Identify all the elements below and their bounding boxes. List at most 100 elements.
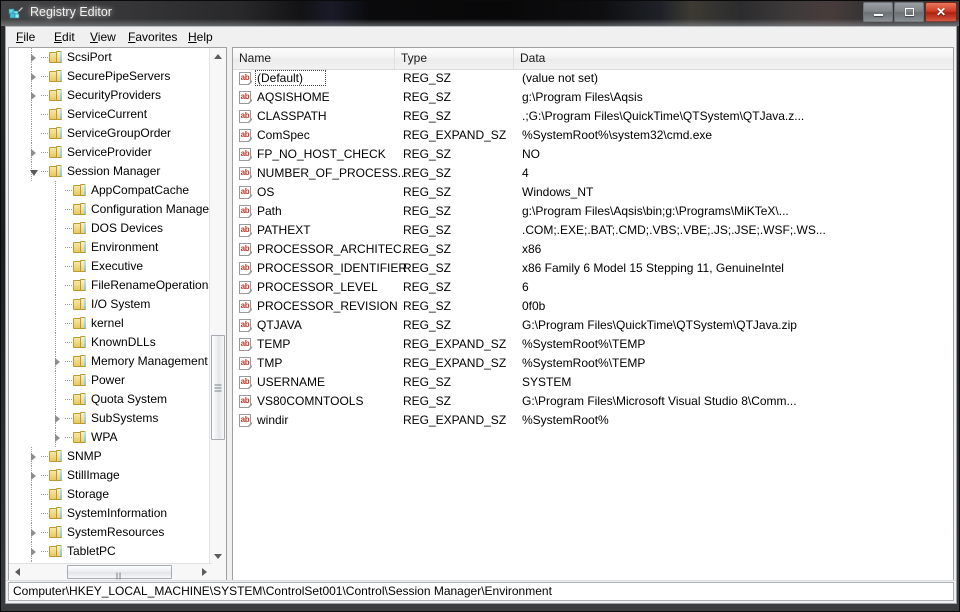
tree-item-scsiport[interactable]: ScsiPort <box>9 48 212 67</box>
tree-item-dos-devices[interactable]: DOS Devices <box>9 219 212 238</box>
string-value-icon: ab <box>239 414 253 428</box>
value-type: REG_SZ <box>403 375 452 389</box>
tree-item-filerenameoperations[interactable]: FileRenameOperations <box>9 276 212 295</box>
expand-arrow-icon[interactable] <box>55 358 60 366</box>
table-row[interactable]: ab AQSISHOME REG_SZ g:\Program Files\Aqsis <box>233 88 953 107</box>
tree-item-servicegrouporder[interactable]: ServiceGroupOrder <box>9 124 212 143</box>
title-bar[interactable]: Registry Editor ✕ <box>1 1 959 26</box>
column-header-name[interactable]: Name <box>233 48 395 69</box>
tree-item-power[interactable]: Power <box>9 371 212 390</box>
tree-horizontal-scrollbar-thumb[interactable] <box>67 565 172 580</box>
registry-tree-pane[interactable]: ScsiPort SecurePipeServers SecurityProvide… <box>8 47 227 581</box>
collapse-arrow-icon[interactable] <box>30 170 38 176</box>
tree-item-kernel[interactable]: kernel <box>9 314 212 333</box>
table-row[interactable]: ab PROCESSOR_LEVEL REG_SZ 6 <box>233 278 953 297</box>
table-row[interactable]: ab ComSpec REG_EXPAND_SZ %SystemRoot%\syste… <box>233 126 953 145</box>
folder-icon <box>49 51 63 64</box>
tree-item-systeminformation[interactable]: SystemInformation <box>9 504 212 523</box>
expand-arrow-icon[interactable] <box>31 149 36 157</box>
value-type: REG_SZ <box>403 147 452 161</box>
registry-tree[interactable]: ScsiPort SecurePipeServers SecurityProvide… <box>9 48 212 564</box>
tree-item-stillimage[interactable]: StillImage <box>9 466 212 485</box>
table-row[interactable]: ab USERNAME REG_SZ SYSTEM <box>233 373 953 392</box>
expand-arrow-icon[interactable] <box>55 434 60 442</box>
table-row[interactable]: ab TMP REG_EXPAND_SZ %SystemRoot%\TEMP <box>233 354 953 373</box>
table-row[interactable]: ab TEMP REG_EXPAND_SZ %SystemRoot%\TEMP <box>233 335 953 354</box>
tree-scroll-down-button[interactable] <box>210 548 226 564</box>
menu-edit[interactable]: Edit <box>52 30 77 44</box>
tree-item-appcompatcache[interactable]: AppCompatCache <box>9 181 212 200</box>
table-row[interactable]: ab OS REG_SZ Windows_NT <box>233 183 953 202</box>
expand-arrow-icon[interactable] <box>31 548 36 556</box>
registry-values-list[interactable]: ab (Default) REG_SZ (value not set) ab AQSISH… <box>233 69 953 430</box>
column-header-type[interactable]: Type <box>395 48 514 69</box>
table-row[interactable]: ab QTJAVA REG_SZ G:\Program Files\QuickTime… <box>233 316 953 335</box>
tree-scroll-left-button[interactable] <box>9 564 25 580</box>
value-name: CLASSPATH <box>257 109 327 123</box>
table-row[interactable]: ab Path REG_SZ g:\Program Files\Aqsis\bin;g… <box>233 202 953 221</box>
tree-item-label: ScsiPort <box>67 50 112 64</box>
value-data: %SystemRoot%\TEMP <box>522 356 646 370</box>
folder-icon <box>49 70 63 83</box>
table-row[interactable]: ab PATHEXT REG_SZ .COM;.EXE;.BAT;.CMD;.VBS;… <box>233 221 953 240</box>
expand-arrow-icon[interactable] <box>31 92 36 100</box>
tree-item-label: Executive <box>91 259 144 273</box>
minimize-button[interactable] <box>863 2 893 22</box>
tree-item-environment[interactable]: Environment <box>9 238 212 257</box>
table-row[interactable]: ab VS80COMNTOOLS REG_SZ G:\Program Files\Mi… <box>233 392 953 411</box>
menu-favorites[interactable]: Favorites <box>126 30 179 44</box>
table-row[interactable]: ab PROCESSOR_IDENTIFIER REG_SZ x86 Family 6… <box>233 259 953 278</box>
tree-item-securepipeservers[interactable]: SecurePipeServers <box>9 67 212 86</box>
folder-icon <box>73 222 87 235</box>
folder-icon <box>49 165 63 178</box>
folder-icon <box>73 241 87 254</box>
close-button[interactable]: ✕ <box>925 2 957 22</box>
menu-file[interactable]: File <box>14 30 37 44</box>
tree-item-serviceprovider[interactable]: ServiceProvider <box>9 143 212 162</box>
tree-item-tabletpc[interactable]: TabletPC <box>9 542 212 561</box>
table-row[interactable]: ab FP_NO_HOST_CHECK REG_SZ NO <box>233 145 953 164</box>
expand-arrow-icon[interactable] <box>31 472 36 480</box>
table-row[interactable]: ab (Default) REG_SZ (value not set) <box>233 69 953 88</box>
tree-horizontal-scrollbar[interactable] <box>9 563 212 580</box>
maximize-button[interactable] <box>894 2 924 22</box>
expand-arrow-icon[interactable] <box>31 453 36 461</box>
tree-scroll-up-button[interactable] <box>210 48 226 64</box>
expand-arrow-icon[interactable] <box>31 54 36 62</box>
tree-item-configuration-manager[interactable]: Configuration Manager <box>9 200 212 219</box>
tree-item-securityproviders[interactable]: SecurityProviders <box>9 86 212 105</box>
tree-item-executive[interactable]: Executive <box>9 257 212 276</box>
menu-view[interactable]: View <box>88 30 118 44</box>
column-header-data[interactable]: Data <box>514 48 953 69</box>
expand-arrow-icon[interactable] <box>31 73 36 81</box>
expand-arrow-icon[interactable] <box>55 415 60 423</box>
table-row[interactable]: ab PROCESSOR_REVISION REG_SZ 0f0b <box>233 297 953 316</box>
tree-item-snmp[interactable]: SNMP <box>9 447 212 466</box>
value-name: FP_NO_HOST_CHECK <box>257 147 386 161</box>
tree-item-subsystems[interactable]: SubSystems <box>9 409 212 428</box>
folder-icon <box>49 488 63 501</box>
table-row[interactable]: ab NUMBER_OF_PROCESS... REG_SZ 4 <box>233 164 953 183</box>
value-type: REG_SZ <box>403 261 452 275</box>
tree-vertical-scrollbar-thumb[interactable] <box>211 335 225 440</box>
tree-item-servicecurrent[interactable]: ServiceCurrent <box>9 105 212 124</box>
folder-icon <box>73 298 87 311</box>
tree-vertical-scrollbar[interactable] <box>209 48 226 564</box>
tree-item-memory-management[interactable]: Memory Management <box>9 352 212 371</box>
table-row[interactable]: ab windir REG_EXPAND_SZ %SystemRoot% <box>233 411 953 430</box>
menu-help[interactable]: Help <box>186 30 215 44</box>
registry-values-pane[interactable]: Name Type Data ab (Default) REG_SZ (value n… <box>232 47 954 581</box>
tree-item-session-manager[interactable]: Session Manager <box>9 162 212 181</box>
table-row[interactable]: ab CLASSPATH REG_SZ .;G:\Program Files\Quic… <box>233 107 953 126</box>
string-value-icon: ab <box>239 129 253 143</box>
tree-item-systemresources[interactable]: SystemResources <box>9 523 212 542</box>
tree-item-i-o-system[interactable]: I/O System <box>9 295 212 314</box>
tree-item-wpa[interactable]: WPA <box>9 428 212 447</box>
tree-item-quota-system[interactable]: Quota System <box>9 390 212 409</box>
string-value-icon: ab <box>239 376 253 390</box>
tree-item-storage[interactable]: Storage <box>9 485 212 504</box>
expand-arrow-icon[interactable] <box>31 529 36 537</box>
tree-item-knowndlls[interactable]: KnownDLLs <box>9 333 212 352</box>
folder-icon <box>49 526 63 539</box>
table-row[interactable]: ab PROCESSOR_ARCHITEC... REG_SZ x86 <box>233 240 953 259</box>
